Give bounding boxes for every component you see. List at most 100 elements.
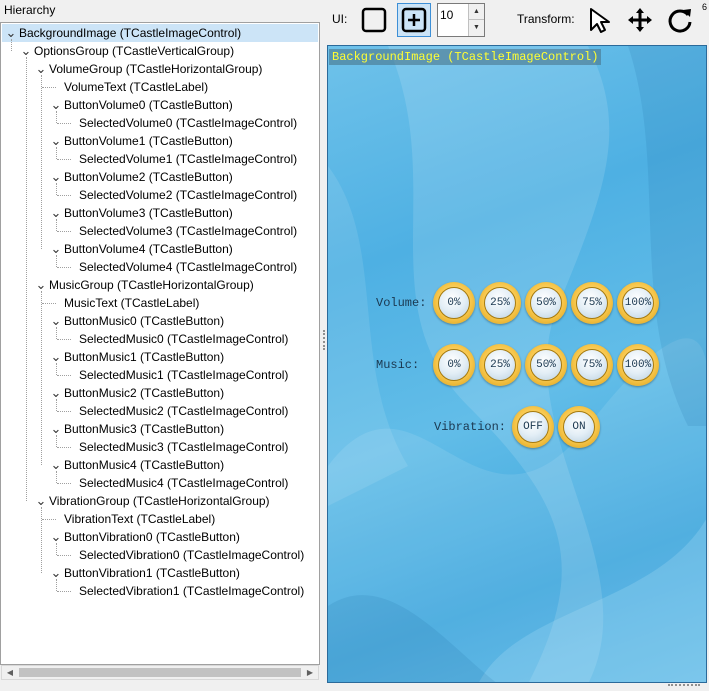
tree-guide-line [41,507,42,573]
tree-horizontal-scrollbar[interactable]: ◀ ▶ [1,665,319,680]
tree-node[interactable]: SelectedMusic1 (TCastleImageControl) [65,366,290,384]
chevron-down-icon[interactable]: ⌄ [20,44,32,57]
volume-button-1[interactable]: 25% [479,282,521,324]
spin-down-icon[interactable]: ▼ [468,20,484,36]
chevron-down-icon[interactable]: ⌄ [35,278,47,291]
rotate-tool-button[interactable] [663,3,697,37]
chevron-down-icon[interactable]: ⌄ [50,422,62,435]
tree-node[interactable]: SelectedVibration0 (TCastleImageControl) [65,546,306,564]
tree-node[interactable]: ⌄ ButtonVolume0 (TCastleButton) [50,96,235,114]
tree-node[interactable]: SelectedVolume1 (TCastleImageControl) [65,150,299,168]
tree-node-label: SelectedVolume3 (TCastleImageControl) [79,224,298,238]
tree-node[interactable]: SelectedVolume3 (TCastleImageControl) [65,222,299,240]
tree-node-label: SelectedMusic3 (TCastleImageControl) [79,440,289,454]
tree-guide-line [56,435,57,447]
tree-node[interactable]: ⌄ OptionsGroup (TCastleVerticalGroup) [20,42,236,60]
tree-node[interactable]: SelectedVolume4 (TCastleImageControl) [65,258,299,276]
grid-size-spinner[interactable]: ▲ ▼ [437,3,485,37]
tree-node[interactable]: ⌄ ButtonVolume4 (TCastleButton) [50,240,235,258]
volume-button-label: 0% [438,287,470,319]
tree-node[interactable]: MusicText (TCastleLabel) [50,294,201,312]
chevron-down-icon[interactable]: ⌄ [50,134,62,147]
music-button-label: 0% [438,349,470,381]
scrollbar-thumb[interactable] [19,668,301,677]
move-tool-button[interactable] [623,3,657,37]
resize-grip[interactable] [668,684,700,688]
tree-node[interactable]: ⌄ BackgroundImage (TCastleImageControl) [5,24,244,42]
select-tool-button[interactable] [583,3,617,37]
vibration-button-label: ON [563,411,595,443]
scroll-right-icon[interactable]: ▶ [302,666,318,679]
tree-node[interactable]: ⌄ MusicGroup (TCastleHorizontalGroup) [35,276,256,294]
chevron-down-icon[interactable]: ⌄ [5,26,17,39]
music-button-3[interactable]: 75% [571,344,613,386]
design-viewport[interactable]: BackgroundImage (TCastleImageControl) Vo… [327,45,707,683]
tree-node[interactable]: ⌄ ButtonVolume2 (TCastleButton) [50,168,235,186]
tree-node[interactable]: SelectedVolume0 (TCastleImageControl) [65,114,299,132]
volume-text: Volume: [376,296,427,310]
music-button-1[interactable]: 25% [479,344,521,386]
tree-node[interactable]: VolumeText (TCastleLabel) [50,78,210,96]
tree-node[interactable]: ⌄ ButtonVibration1 (TCastleButton) [50,564,242,582]
chevron-down-icon[interactable]: ⌄ [50,386,62,399]
volume-button-0[interactable]: 0% [433,282,475,324]
volume-button-2[interactable]: 50% [525,282,567,324]
tree-node[interactable]: ⌄ ButtonMusic0 (TCastleButton) [50,312,226,330]
tree-guide-line [56,219,57,231]
grid-size-input[interactable] [440,6,466,24]
tree-node[interactable]: SelectedMusic3 (TCastleImageControl) [65,438,290,456]
music-button-2[interactable]: 50% [525,344,567,386]
music-text: Music: [376,358,420,372]
tree-node[interactable]: ⌄ VibrationGroup (TCastleHorizontalGroup) [35,492,272,510]
scroll-left-icon[interactable]: ◀ [2,666,18,679]
vibration-button-label: OFF [517,411,549,443]
add-control-button[interactable] [397,3,431,37]
tree-node-label: ButtonVolume3 (TCastleButton) [64,206,233,220]
chevron-down-icon[interactable]: ⌄ [50,314,62,327]
chevron-down-icon[interactable]: ⌄ [50,530,62,543]
music-button-4[interactable]: 100% [617,344,659,386]
music-button-label: 75% [576,349,608,381]
vibration-button-1[interactable]: ON [558,406,600,448]
volume-button-label: 75% [576,287,608,319]
chevron-down-icon[interactable]: ⌄ [50,350,62,363]
tree-node[interactable]: SelectedVolume2 (TCastleImageControl) [65,186,299,204]
volume-button-3[interactable]: 75% [571,282,613,324]
hierarchy-tree[interactable]: ⌄ BackgroundImage (TCastleImageControl) ⌄ O… [0,22,320,665]
hierarchy-label: Hierarchy [4,3,56,17]
tree-node[interactable]: ⌄ ButtonVolume3 (TCastleButton) [50,204,235,222]
chevron-down-icon[interactable]: ⌄ [50,170,62,183]
tree-node[interactable]: ⌄ ButtonMusic2 (TCastleButton) [50,384,226,402]
square-outline-button[interactable] [357,3,391,37]
chevron-down-icon[interactable]: ⌄ [35,494,47,507]
spin-up-icon[interactable]: ▲ [468,4,484,20]
volume-button-4[interactable]: 100% [617,282,659,324]
tree-node-label: VolumeText (TCastleLabel) [64,80,209,94]
tree-node[interactable]: SelectedMusic2 (TCastleImageControl) [65,402,290,420]
tree-node-label: MusicText (TCastleLabel) [64,296,200,310]
tree-guide-line [56,111,57,123]
tree-node[interactable]: VibrationText (TCastleLabel) [50,510,217,528]
tree-node[interactable]: SelectedMusic0 (TCastleImageControl) [65,330,290,348]
chevron-down-icon[interactable]: ⌄ [50,98,62,111]
chevron-down-icon[interactable]: ⌄ [50,458,62,471]
tree-node-label: ButtonVibration0 (TCastleButton) [64,530,240,544]
chevron-down-icon[interactable]: ⌄ [50,242,62,255]
rotate-icon [668,9,692,33]
tree-node[interactable]: ⌄ ButtonMusic3 (TCastleButton) [50,420,226,438]
tree-node[interactable]: ⌄ VolumeGroup (TCastleHorizontalGroup) [35,60,264,78]
tree-node[interactable]: ⌄ ButtonMusic4 (TCastleButton) [50,456,226,474]
tree-guide-line [41,291,42,465]
tree-node-label: ButtonVolume4 (TCastleButton) [64,242,233,256]
chevron-down-icon[interactable]: ⌄ [50,206,62,219]
vibration-button-0[interactable]: OFF [512,406,554,448]
tree-node[interactable]: ⌄ ButtonVolume1 (TCastleButton) [50,132,235,150]
chevron-down-icon[interactable]: ⌄ [35,62,47,75]
tree-node[interactable]: ⌄ ButtonMusic1 (TCastleButton) [50,348,226,366]
music-button-0[interactable]: 0% [433,344,475,386]
tree-node[interactable]: SelectedVibration1 (TCastleImageControl) [65,582,306,600]
chevron-down-icon[interactable]: ⌄ [50,566,62,579]
tree-node-label: SelectedVolume1 (TCastleImageControl) [79,152,298,166]
tree-node[interactable]: SelectedMusic4 (TCastleImageControl) [65,474,290,492]
tree-node[interactable]: ⌄ ButtonVibration0 (TCastleButton) [50,528,242,546]
